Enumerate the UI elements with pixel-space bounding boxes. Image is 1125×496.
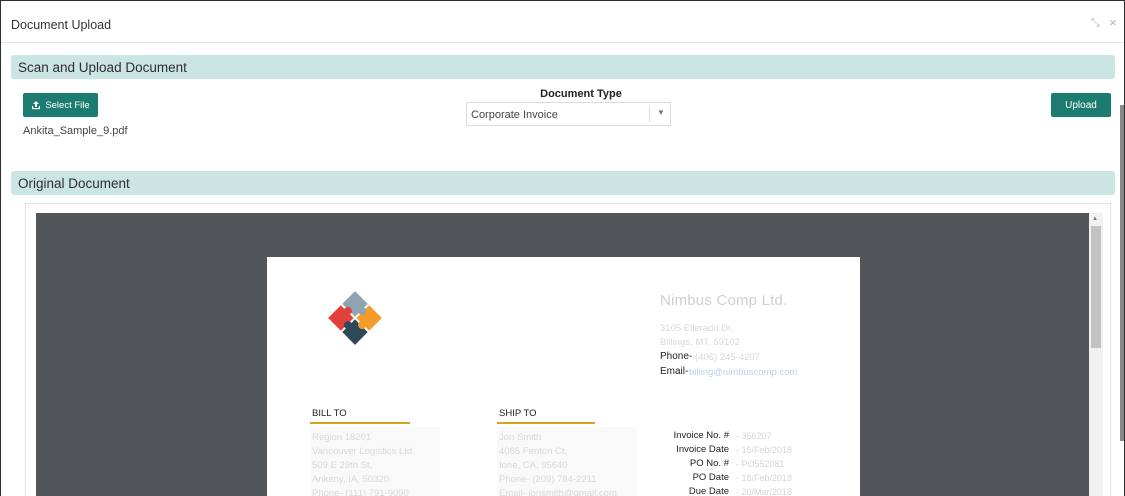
title-bar: Document Upload ⤡ × [1,1,1124,43]
upload-icon [32,101,41,110]
bill-to-line: 509 E 29th St, [312,460,373,471]
window-title: Document Upload [11,18,112,32]
ship-to-line: Email- jonsmith@gmail.com [499,488,617,496]
document-upload-window: Document Upload ⤡ × Scan and Upload Docu… [0,0,1125,496]
invoice-number-value: - 356207 [736,431,772,441]
company-name: Nimbus Comp Ltd. [660,292,788,309]
bill-to-line: Phone- (111) 791-9090 [312,488,409,496]
chevron-down-icon[interactable]: ▼ [657,108,665,117]
arrow-up-icon[interactable]: ▲ [1092,216,1098,222]
po-number-label: PO No. # [689,458,729,469]
section-title: Original Document [18,176,130,191]
window-scrollbar[interactable] [1120,105,1124,441]
ship-to-heading: SHIP TO [499,408,537,419]
ship-to-line: Jon Smith [499,432,542,443]
bill-to-line: Vancouver Logistics Ltd. [312,446,415,457]
selected-file-name: Ankita_Sample_9.pdf [23,125,128,137]
email-value: billing@nimbuscomp.com [689,367,798,378]
original-document-section-header: Original Document [11,171,1115,195]
company-address-2: Billings, MT, 59102 [660,337,740,348]
po-date-value: - 18/Feb/2018 [736,473,793,483]
close-icon[interactable]: × [1109,15,1117,30]
invoice-date-label: Invoice Date [676,444,729,455]
company-address-1: 3105 Ellerado Dr, [660,323,734,334]
invoice-date-value: - 15/Feb/2018 [736,445,793,455]
due-date-value: - 20/Mar/2018 [736,487,793,496]
bill-to-heading: BILL TO [312,408,347,419]
invoice-page: Nimbus Comp Ltd. 3105 Ellerado Dr, Billi… [267,257,860,496]
invoice-number-label: Invoice No. # [673,430,729,441]
minimize-icon[interactable]: ⤡ [1091,17,1100,30]
due-date-label: Due Date [688,486,729,496]
email-label: Email- [660,366,689,377]
phone-label: Phone- [660,351,693,362]
ship-to-line: 4065 Fenton Ct, [499,446,568,457]
select-file-label: Select File [45,99,90,111]
ship-to-underline [497,422,595,424]
ship-to-line: Ione, CA, 95640 [499,460,568,471]
select-file-button[interactable]: Select File [23,93,98,117]
puzzle-logo-icon [328,291,382,345]
po-date-label: PO Date [692,472,729,483]
scan-upload-section-header: Scan and Upload Document [11,55,1115,79]
phone-value: (406) 245-4207 [695,352,760,363]
bill-to-underline [310,422,410,424]
po-number-value: - PO552081 [736,459,785,469]
section-title: Scan and Upload Document [18,60,187,75]
document-type-label: Document Type [540,88,622,100]
document-type-value: Corporate Invoice [471,109,558,121]
viewer-scrollbar[interactable]: ▲ [1089,213,1103,496]
document-type-select[interactable]: Corporate Invoice ▼ [466,102,671,126]
upload-button[interactable]: Upload [1051,93,1111,117]
ship-to-line: Phone- (209) 784-2211 [499,474,597,485]
scrollbar-thumb[interactable] [1091,226,1101,348]
select-divider [649,106,650,122]
bill-to-line: Ankeny, IA, 50320 [312,474,389,485]
bill-to-line: Region 18201 [312,432,372,443]
